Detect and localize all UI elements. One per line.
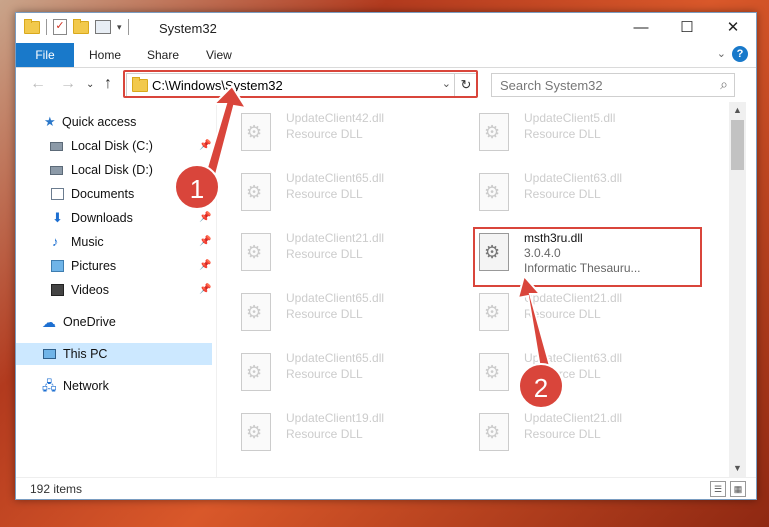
step-badge-1: 1	[174, 164, 220, 210]
annotation-overlay	[202, 84, 552, 370]
arrow-2	[516, 273, 552, 370]
step-badge-2: 2	[518, 363, 564, 409]
